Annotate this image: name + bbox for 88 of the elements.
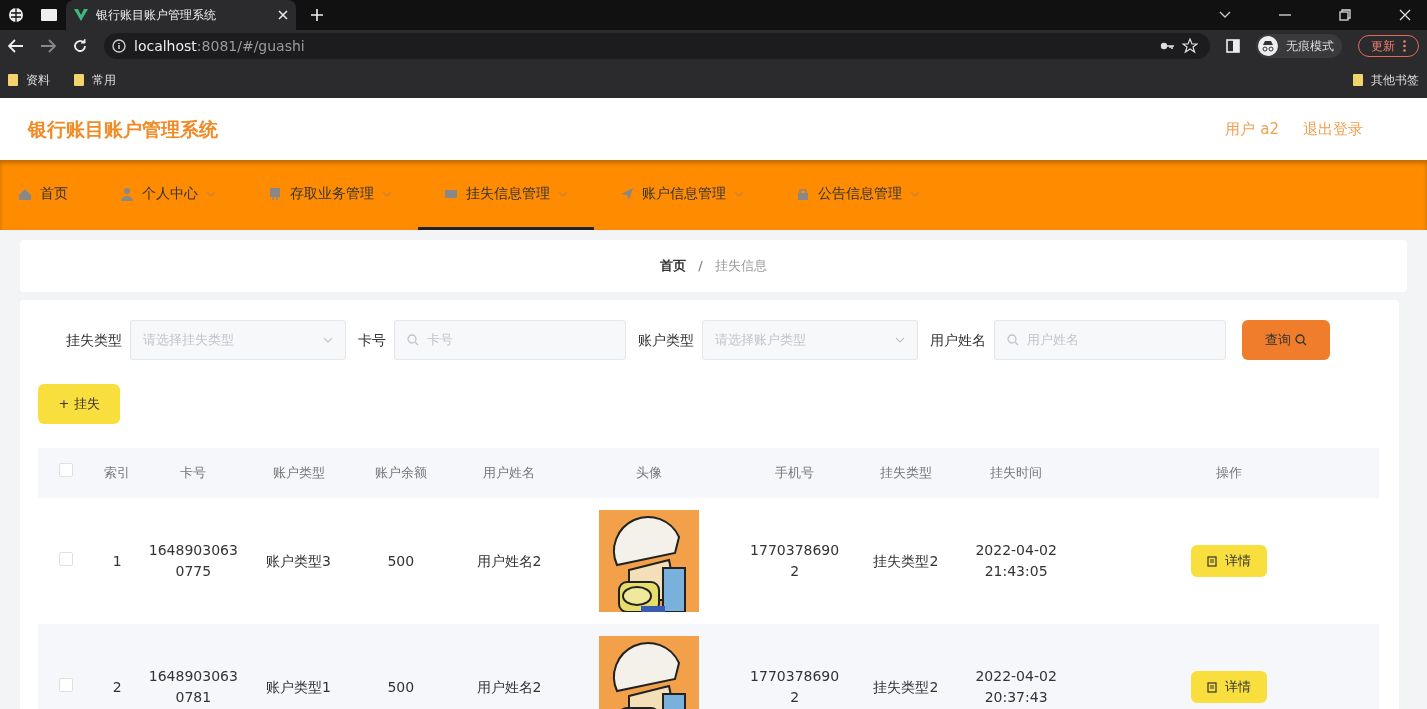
nav-tab[interactable]: 存取业务管理 <box>242 160 418 230</box>
column-header: 操作 <box>1215 465 1242 481</box>
nav-tab[interactable]: 首页 <box>0 160 94 230</box>
table-cell: 2022-04-02 20:37:43 <box>975 668 1057 705</box>
send-icon <box>620 186 634 201</box>
checkbox[interactable] <box>59 677 74 692</box>
chevron-down-icon <box>734 190 744 197</box>
column-header: 卡号 <box>180 465 207 481</box>
monitor-icon <box>268 186 282 201</box>
table-cell: 500 <box>387 678 415 695</box>
table-cell: 1770378690 2 <box>750 668 840 705</box>
star-icon[interactable] <box>1182 38 1198 54</box>
filter-label: 卡号 <box>358 330 386 350</box>
column-header: 账户类型 <box>272 465 325 481</box>
chevron-down-icon <box>558 190 568 197</box>
filter-label: 用户姓名 <box>930 330 986 350</box>
new-tab-icon[interactable] <box>310 8 324 22</box>
column-header: 用户姓名 <box>483 465 535 481</box>
column-header: 挂失时间 <box>990 465 1043 481</box>
table-cell: 500 <box>387 552 415 569</box>
search-icon <box>1295 334 1307 346</box>
table-cell: 挂失类型2 <box>873 678 939 695</box>
column-header: 索引 <box>104 465 131 481</box>
nav-tab[interactable]: 挂失信息管理 <box>418 160 594 230</box>
briefcase-icon <box>796 186 810 201</box>
filter-label: 账户类型 <box>638 330 694 350</box>
restore-icon[interactable] <box>1339 9 1351 21</box>
checkbox[interactable] <box>59 463 74 478</box>
filter-label: 挂失类型 <box>66 330 122 350</box>
table-cell: 用户姓名2 <box>476 552 542 569</box>
browser-tab[interactable]: 银行账目账户管理系统 <box>66 0 296 30</box>
close-icon[interactable] <box>278 10 288 20</box>
info-icon <box>112 39 126 53</box>
details-button[interactable]: 详情 <box>1190 671 1267 703</box>
chevron-down-icon <box>323 337 333 343</box>
search-icon <box>407 334 419 346</box>
side-panel-icon[interactable] <box>1226 39 1240 53</box>
table-cell: 1648903063 0775 <box>148 542 238 579</box>
column-header: 手机号 <box>775 465 815 481</box>
chevron-down-icon <box>895 337 905 343</box>
chevron-down-icon <box>382 190 392 197</box>
table-cell: 2022-04-02 21:43:05 <box>975 542 1057 579</box>
app-title: 银行账目账户管理系统 <box>26 116 218 142</box>
address-field[interactable]: localhost:8081/#/guashi <box>104 33 1210 59</box>
incognito-label: 无痕模式 <box>1286 38 1334 55</box>
bookmark[interactable]: 常用 <box>74 71 116 89</box>
v-logo-icon <box>74 9 88 21</box>
breadcrumb-link[interactable]: 首页 <box>660 256 687 276</box>
url-text: localhost:8081/#/guashi <box>134 36 305 56</box>
close-icon[interactable] <box>1399 9 1411 21</box>
table-cell: 账户类型3 <box>266 552 331 569</box>
back-icon[interactable] <box>8 39 24 53</box>
nav-tab[interactable]: 公告信息管理 <box>770 160 946 230</box>
chevron-down-icon[interactable] <box>1219 11 1231 19</box>
table-cell: 1648903063 0781 <box>148 668 238 705</box>
breadcrumb-current: 挂失信息 <box>714 257 767 276</box>
table-cell: 用户姓名2 <box>476 678 542 695</box>
more-icon <box>1403 40 1406 52</box>
bookmark[interactable]: 资料 <box>8 71 50 89</box>
table-cell: 挂失类型2 <box>873 552 939 569</box>
reload-icon[interactable] <box>72 38 88 54</box>
table-cell: 1770378690 2 <box>750 542 840 579</box>
nav-tab[interactable]: 个人中心 <box>94 160 242 230</box>
details-button[interactable]: 详情 <box>1190 545 1267 577</box>
window-icon[interactable] <box>40 8 58 22</box>
column-header: 头像 <box>636 465 663 481</box>
checkbox[interactable] <box>59 551 74 566</box>
document-icon <box>1206 555 1217 567</box>
bookmark[interactable]: 其他书签 <box>1353 71 1419 89</box>
globe-icon[interactable] <box>8 7 24 23</box>
column-header: 挂失类型 <box>879 465 932 481</box>
chevron-down-icon <box>206 190 216 197</box>
table-cell: 2 <box>112 678 122 695</box>
incognito-icon[interactable] <box>1258 36 1278 56</box>
user-icon <box>120 186 134 201</box>
search-icon <box>1007 334 1019 346</box>
column-header: 账户余额 <box>374 465 427 481</box>
forward-icon[interactable] <box>40 39 56 53</box>
breadcrumb-separator: / <box>698 257 703 276</box>
key-icon[interactable] <box>1160 41 1174 51</box>
table-cell: 账户类型1 <box>266 678 331 695</box>
chevron-down-icon <box>910 190 920 197</box>
table-cell: 1 <box>112 552 122 569</box>
add-button[interactable]: + 挂失 <box>38 384 120 424</box>
home-icon <box>18 186 32 201</box>
document-icon <box>1206 681 1217 693</box>
search-button[interactable]: 查询 <box>1242 320 1330 360</box>
nav-tab[interactable]: 账户信息管理 <box>594 160 770 230</box>
